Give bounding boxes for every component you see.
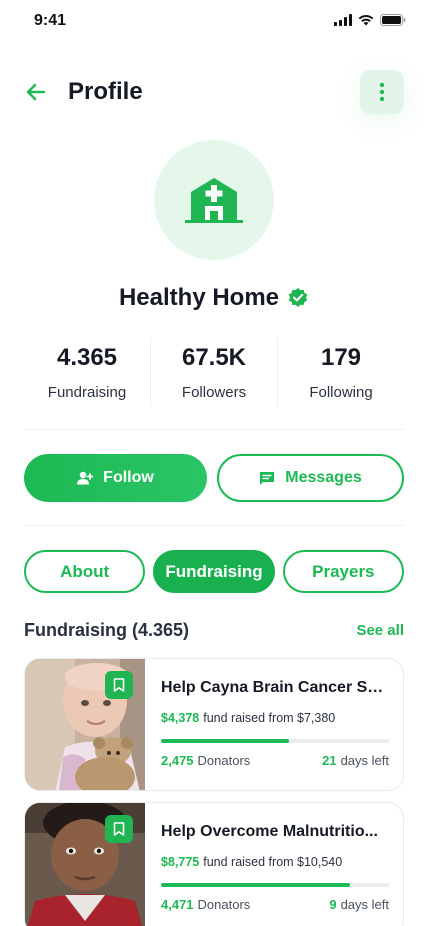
funding-progress-bar	[161, 883, 389, 887]
cellular-signal-icon	[334, 14, 352, 26]
bookmark-button[interactable]	[105, 815, 133, 843]
tab-about[interactable]: About	[24, 550, 146, 593]
campaign-funds: $8,775 fund raised from $10,540	[161, 855, 342, 869]
donators-number: 4,471	[161, 897, 194, 912]
stat-label: Followers	[181, 383, 247, 401]
profile-actions: Follow Messages	[24, 454, 404, 502]
message-icon	[260, 471, 275, 485]
campaign-meta: 2,475 Donators 21 days left	[161, 753, 389, 768]
bookmark-icon	[113, 822, 125, 836]
app-header: Profile	[0, 64, 428, 120]
campaign-image	[25, 803, 145, 926]
follow-label: Follow	[103, 469, 154, 486]
profile-avatar	[154, 140, 274, 260]
section-title: Fundraising (4.365)	[24, 620, 190, 640]
status-bar: 9:41	[0, 0, 428, 44]
stat-fundraising: 4.365 Fundraising	[24, 338, 150, 406]
donators-number: 2,475	[161, 753, 194, 768]
campaign-card[interactable]: Help Cayna Brain Cancer Su... $4,378 fund…	[24, 658, 404, 791]
days-label: days left	[340, 897, 389, 912]
tab-fundraising[interactable]: Fundraising	[153, 550, 275, 593]
donators-count: 4,471 Donators	[161, 897, 250, 912]
raised-amount: $4,378	[161, 711, 200, 725]
wifi-icon	[358, 14, 374, 26]
back-arrow-icon	[26, 83, 46, 101]
days-number: 9	[329, 897, 337, 912]
messages-button[interactable]: Messages	[217, 454, 404, 502]
campaign-funds: $4,378 fund raised from $7,380	[161, 711, 335, 725]
stat-value: 179	[320, 343, 362, 371]
tab-prayers[interactable]: Prayers	[282, 550, 404, 593]
goal-text: fund raised from $10,540	[203, 855, 343, 869]
profile-stats: 4.365 Fundraising 67.5K Followers 179 Fo…	[24, 338, 404, 406]
stat-followers: 67.5K Followers	[150, 338, 277, 406]
campaign-title: Help Cayna Brain Cancer Su...	[161, 679, 389, 696]
raised-amount: $8,775	[161, 855, 200, 869]
campaign-card[interactable]: Help Overcome Malnutritio... $8,775 fund …	[24, 802, 404, 926]
profile-name: Healthy Home	[118, 284, 280, 311]
add-user-icon	[77, 471, 94, 485]
battery-icon	[380, 14, 406, 26]
divider	[24, 429, 404, 430]
stat-label: Fundraising	[47, 383, 127, 401]
campaign-body: Help Overcome Malnutritio... $8,775 fund …	[161, 803, 389, 926]
stat-value: 4.365	[56, 343, 118, 371]
stat-following: 179 Following	[277, 338, 404, 406]
messages-label: Messages	[285, 469, 362, 486]
funding-progress-fill	[161, 883, 351, 887]
see-all-link[interactable]: See all	[356, 622, 404, 639]
page-title: Profile	[68, 78, 143, 105]
days-label: days left	[340, 753, 389, 768]
profile-name-row: Healthy Home	[0, 284, 428, 312]
funding-progress-fill	[161, 739, 289, 743]
more-options-button[interactable]	[360, 70, 404, 114]
hospital-icon	[185, 178, 243, 223]
more-vertical-icon	[379, 82, 385, 102]
status-icons	[334, 14, 406, 26]
back-button[interactable]	[22, 78, 50, 106]
bookmark-icon	[113, 678, 125, 692]
days-left: 9 days left	[329, 897, 389, 912]
donators-label: Donators	[197, 753, 251, 768]
goal-text: fund raised from $7,380	[203, 711, 336, 725]
campaign-image	[25, 659, 145, 790]
follow-button[interactable]: Follow	[24, 454, 207, 502]
divider	[24, 525, 404, 526]
section-header: Fundraising (4.365) See all	[24, 620, 404, 641]
status-time: 9:41	[34, 12, 67, 29]
profile-tabs: About Fundraising Prayers	[24, 550, 404, 593]
verified-badge-icon	[288, 287, 308, 307]
funding-progress-bar	[161, 739, 389, 743]
stat-value: 67.5K	[181, 343, 247, 371]
donators-count: 2,475 Donators	[161, 753, 250, 768]
campaign-title: Help Overcome Malnutritio...	[161, 823, 378, 840]
campaign-body: Help Cayna Brain Cancer Su... $4,378 fund…	[161, 659, 389, 790]
days-number: 21	[322, 753, 337, 768]
campaign-meta: 4,471 Donators 9 days left	[161, 897, 389, 912]
stat-label: Following	[309, 383, 373, 401]
days-left: 21 days left	[322, 753, 389, 768]
bookmark-button[interactable]	[105, 671, 133, 699]
donators-label: Donators	[197, 897, 251, 912]
